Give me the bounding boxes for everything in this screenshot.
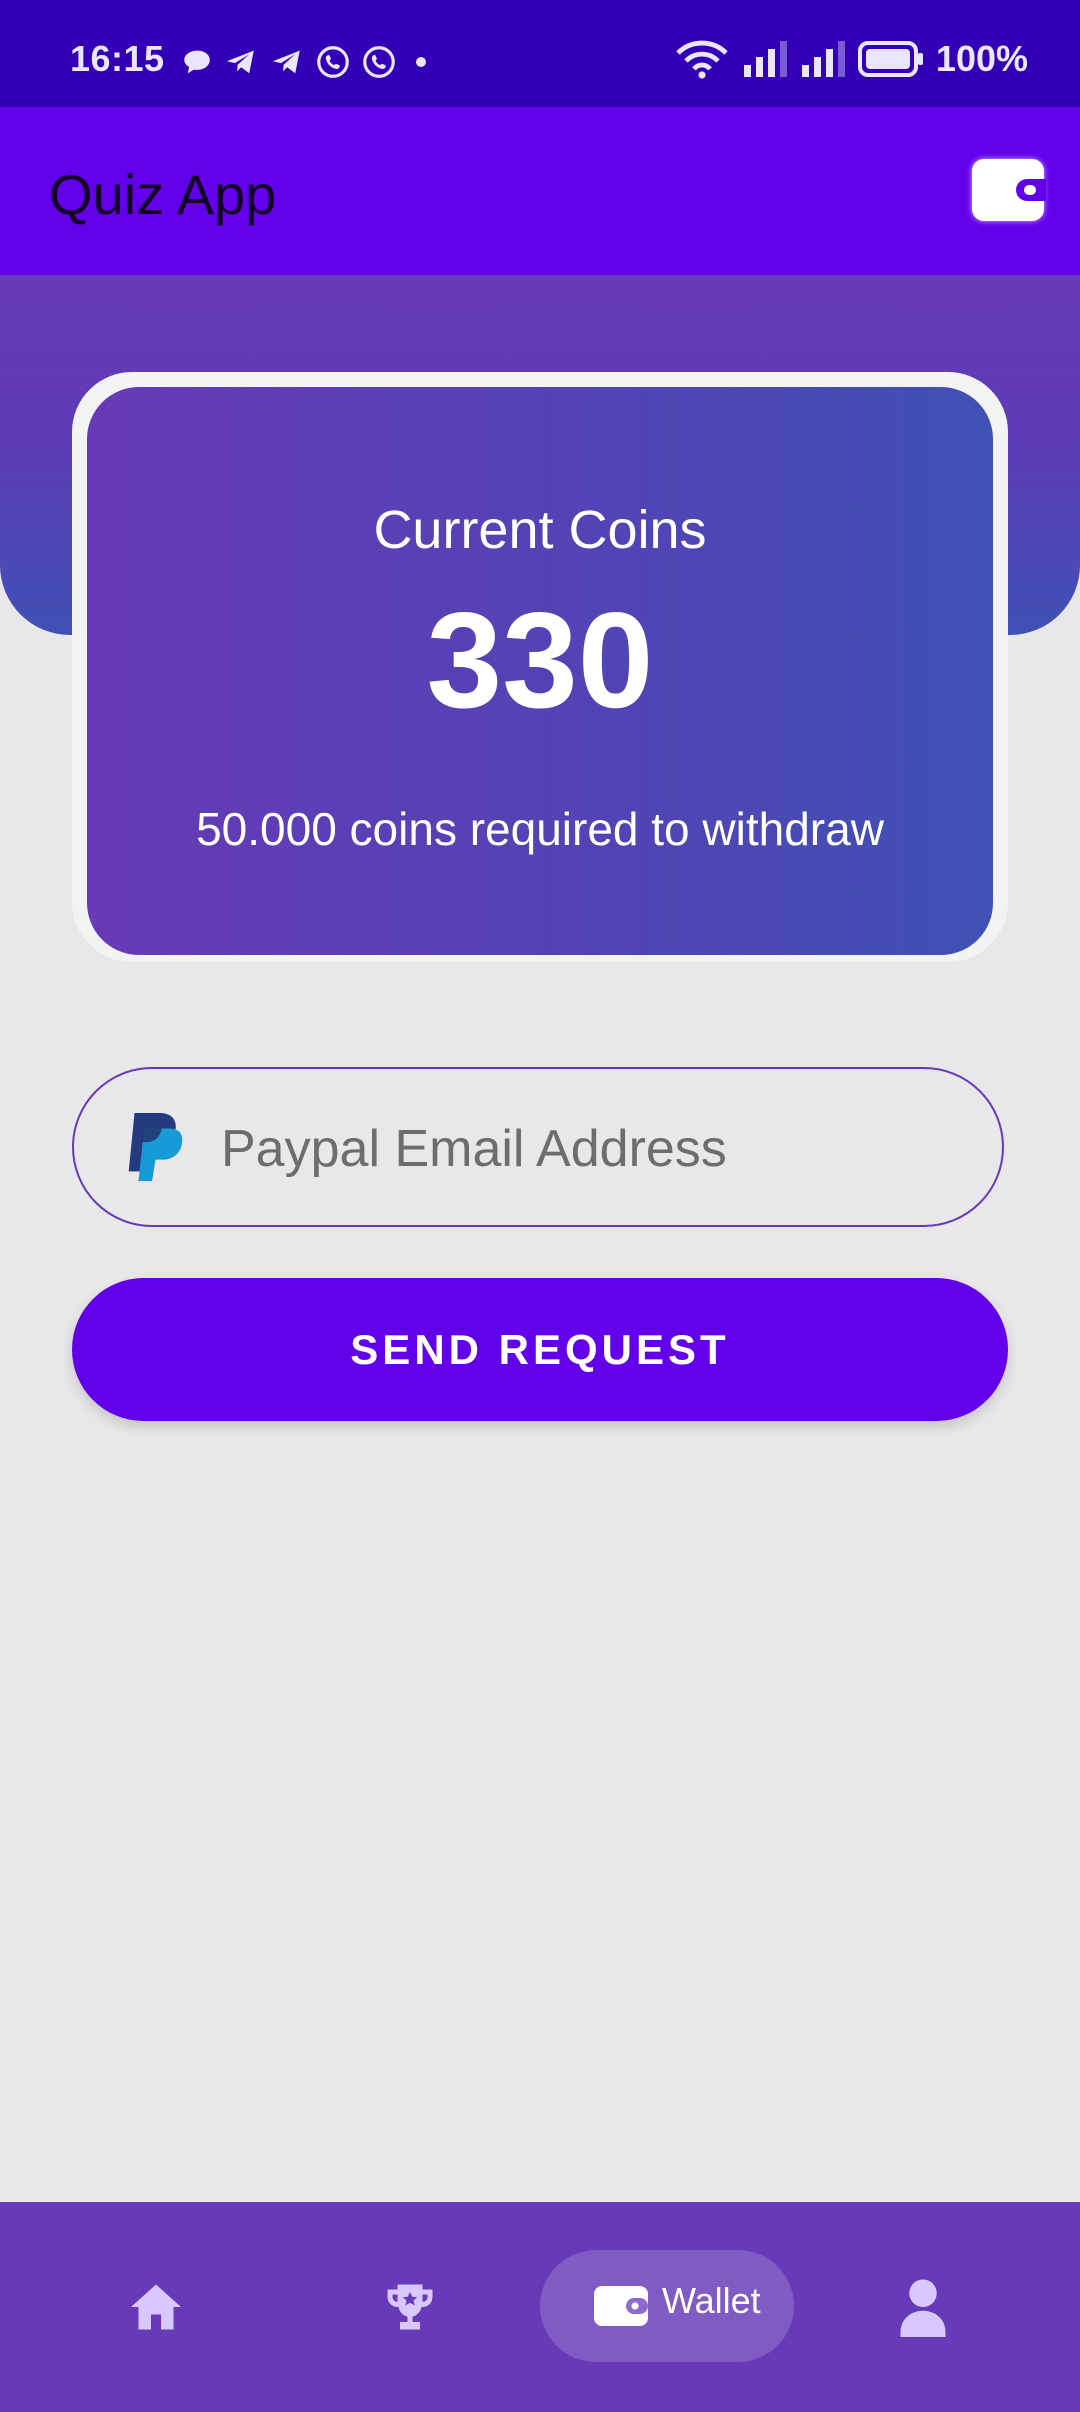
coins-value: 330 [426,584,654,736]
coins-card: Current Coins 330 50.000 coins required … [87,387,993,955]
bottom-nav: Wallet [0,2202,1080,2412]
profile-icon [900,2279,946,2337]
send-request-button[interactable]: SEND REQUEST [72,1278,1008,1421]
paypal-email-field[interactable] [72,1067,1004,1227]
wallet-icon [594,2286,648,2326]
email-input[interactable] [219,1099,983,1199]
wallet-icon[interactable] [972,159,1046,221]
nav-item-profile[interactable] [898,2252,948,2362]
paypal-icon [128,1112,183,1182]
app-bar: Quiz App [0,107,1080,275]
page-title: Quiz App [49,163,277,226]
nav-item-wallet[interactable]: Wallet [540,2250,794,2362]
telegram-icon [272,50,300,74]
status-bar: 16:15 100% [0,0,1080,107]
whatsapp-icon [317,46,349,78]
whatsapp-icon [363,46,395,78]
telegram-icon [226,50,254,74]
battery-percentage: 100% [935,38,1028,79]
signal-icon [743,41,787,77]
wifi-icon [676,40,728,79]
coins-label: Current Coins [373,500,707,560]
nav-label-wallet: Wallet [662,2280,761,2321]
notification-icons [180,42,436,82]
battery-icon [857,41,923,77]
home-icon [131,2284,181,2330]
signal-icon [801,41,845,77]
status-time: 16:15 [70,38,165,79]
chat-bubble-icon [184,50,210,74]
nav-item-home[interactable] [126,2252,186,2362]
withdraw-requirement: 50.000 coins required to withdraw [196,803,884,855]
nav-item-leaderboard[interactable] [380,2252,440,2362]
system-icons: 100% [674,38,1028,80]
trophy-icon [387,2284,433,2330]
dot-icon [416,57,426,67]
